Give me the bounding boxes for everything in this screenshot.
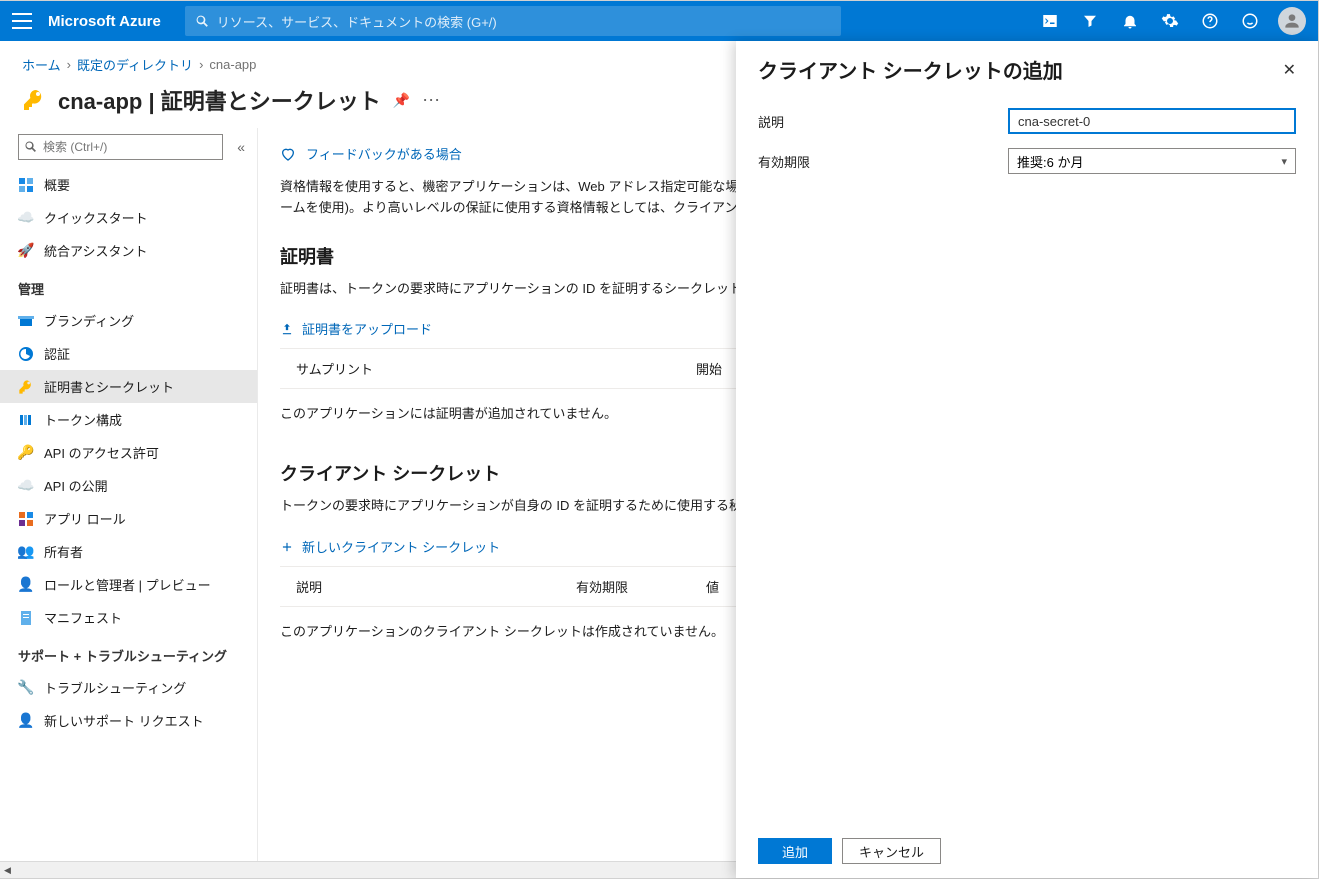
- sidebar-item-label: 証明書とシークレット: [44, 377, 174, 396]
- search-icon: [24, 140, 37, 153]
- cloud-shell-icon[interactable]: [1030, 1, 1070, 41]
- panel-label-desc: 説明: [758, 112, 1008, 131]
- secret-description-input[interactable]: [1008, 108, 1296, 134]
- breadcrumb-home[interactable]: ホーム: [22, 55, 61, 74]
- heart-icon: [280, 146, 296, 162]
- sidebar-item-label: アプリ ロール: [44, 509, 126, 528]
- rocket-icon: 🚀: [18, 243, 34, 259]
- top-bar: Microsoft Azure リソース、サービス、ドキュメントの検索 (G+/…: [0, 1, 1318, 41]
- apiperm-icon: 🔑: [18, 445, 34, 461]
- plus-icon: [280, 540, 294, 554]
- pin-icon[interactable]: 📌: [393, 92, 410, 109]
- secret-th-exp: 有効期限: [576, 577, 706, 596]
- secret-expiry-select[interactable]: 推奨:6 か月 ▾: [1008, 148, 1296, 174]
- key-icon: [22, 88, 46, 112]
- support-icon: 👤: [18, 713, 34, 729]
- sidebar-item-label: マニフェスト: [44, 608, 122, 627]
- sidebar-item-label: 統合アシスタント: [44, 241, 147, 260]
- secret-expiry-value: 推奨:6 か月: [1017, 152, 1083, 171]
- secret-th-desc: 説明: [296, 577, 576, 596]
- filter-icon[interactable]: [1070, 1, 1110, 41]
- page-title: cna-app | 証明書とシークレット: [58, 84, 381, 116]
- sidebar-item-label: 概要: [44, 175, 70, 194]
- search-icon: [195, 14, 209, 28]
- sidebar-item[interactable]: 認証: [0, 337, 257, 370]
- bell-icon[interactable]: [1110, 1, 1150, 41]
- overview-icon: [18, 177, 34, 193]
- gear-icon[interactable]: [1150, 1, 1190, 41]
- sidebar-item[interactable]: 👥 所有者: [0, 535, 257, 568]
- sidebar-item[interactable]: マニフェスト: [0, 601, 257, 634]
- auth-icon: [18, 346, 34, 362]
- sidebar-item[interactable]: ブランディング: [0, 304, 257, 337]
- brand-label[interactable]: Microsoft Azure: [48, 13, 161, 30]
- sidebar-item-label: API の公開: [44, 476, 108, 495]
- key-icon: [18, 379, 34, 395]
- quickstart-icon: ☁️: [18, 210, 34, 226]
- sidebar-item[interactable]: 👤 新しいサポート リクエスト: [0, 704, 257, 737]
- sidebar-item[interactable]: アプリ ロール: [0, 502, 257, 535]
- sidebar-item-label: クイックスタート: [44, 208, 148, 227]
- sidebar-item-label: トークン構成: [44, 410, 122, 429]
- sidebar-item[interactable]: トークン構成: [0, 403, 257, 436]
- global-search[interactable]: リソース、サービス、ドキュメントの検索 (G+/): [185, 6, 841, 36]
- close-icon[interactable]: ✕: [1283, 60, 1296, 80]
- feedback-label: フィードバックがある場合: [306, 144, 462, 163]
- new-secret-label: 新しいクライアント シークレット: [302, 537, 500, 556]
- nav-group-manage: 管理: [0, 267, 257, 304]
- owners-icon: 👥: [18, 544, 34, 560]
- sidebar-item-label: 所有者: [44, 542, 83, 561]
- panel-title: クライアント シークレットの追加: [758, 55, 1063, 84]
- global-search-placeholder: リソース、サービス、ドキュメントの検索 (G+/): [217, 12, 497, 31]
- upload-cert-label: 証明書をアップロード: [302, 319, 432, 338]
- sidebar-item-label: ブランディング: [44, 311, 134, 330]
- upload-icon: [280, 322, 294, 336]
- breadcrumb-dir[interactable]: 既定のディレクトリ: [77, 55, 193, 74]
- menu-icon[interactable]: [12, 13, 32, 29]
- sidebar-item-label: ロールと管理者 | プレビュー: [44, 575, 211, 594]
- sidebar-item[interactable]: 🔑 API のアクセス許可: [0, 436, 257, 469]
- panel-label-exp: 有効期限: [758, 152, 1008, 171]
- chevron-right-icon: ›: [199, 57, 203, 72]
- cancel-button[interactable]: キャンセル: [842, 838, 941, 864]
- help-icon[interactable]: [1190, 1, 1230, 41]
- branding-icon: [18, 313, 34, 329]
- sidebar-item-label: トラブルシューティング: [44, 678, 186, 697]
- token-icon: [18, 412, 34, 428]
- cert-th-start: 開始: [696, 359, 722, 378]
- cert-th-fingerprint: サムプリント: [296, 359, 696, 378]
- sidebar-item-label: 新しいサポート リクエスト: [44, 711, 204, 730]
- sidebar-item[interactable]: 証明書とシークレット: [0, 370, 257, 403]
- breadcrumb-current: cna-app: [209, 57, 256, 72]
- feedback-icon[interactable]: [1230, 1, 1270, 41]
- sidebar-search-input[interactable]: [18, 134, 223, 160]
- collapse-icon[interactable]: «: [237, 139, 245, 155]
- sidebar-item[interactable]: 👤 ロールと管理者 | プレビュー: [0, 568, 257, 601]
- roles-icon: 👤: [18, 577, 34, 593]
- apiexp-icon: ☁️: [18, 478, 34, 494]
- add-button[interactable]: 追加: [758, 838, 832, 864]
- more-icon[interactable]: ⋯: [422, 90, 441, 111]
- add-secret-panel: クライアント シークレットの追加 ✕ 説明 有効期限 推奨:6 か月 ▾ 追加 …: [736, 41, 1318, 878]
- chevron-down-icon: ▾: [1281, 155, 1287, 168]
- secret-th-value: 値: [706, 577, 719, 596]
- trouble-icon: 🔧: [18, 680, 34, 696]
- sidebar-item-label: API のアクセス許可: [44, 443, 159, 462]
- sidebar-item-label: 認証: [44, 344, 70, 363]
- sidebar-item[interactable]: 概要: [0, 168, 257, 201]
- sidebar-item[interactable]: ☁️ クイックスタート: [0, 201, 257, 234]
- chevron-right-icon: ›: [67, 57, 71, 72]
- sidebar-item[interactable]: 🚀 統合アシスタント: [0, 234, 257, 267]
- topbar-actions: [1030, 1, 1306, 41]
- avatar[interactable]: [1278, 7, 1306, 35]
- manifest-icon: [18, 610, 34, 626]
- approle-icon: [18, 511, 34, 527]
- sidebar-item[interactable]: 🔧 トラブルシューティング: [0, 671, 257, 704]
- nav-group-support: サポート + トラブルシューティング: [0, 634, 257, 671]
- sidebar-item[interactable]: ☁️ API の公開: [0, 469, 257, 502]
- sidebar: « 概要 ☁️ クイックスタート 🚀 統合アシスタント 管理 ブランディング認証証明書と…: [0, 128, 258, 878]
